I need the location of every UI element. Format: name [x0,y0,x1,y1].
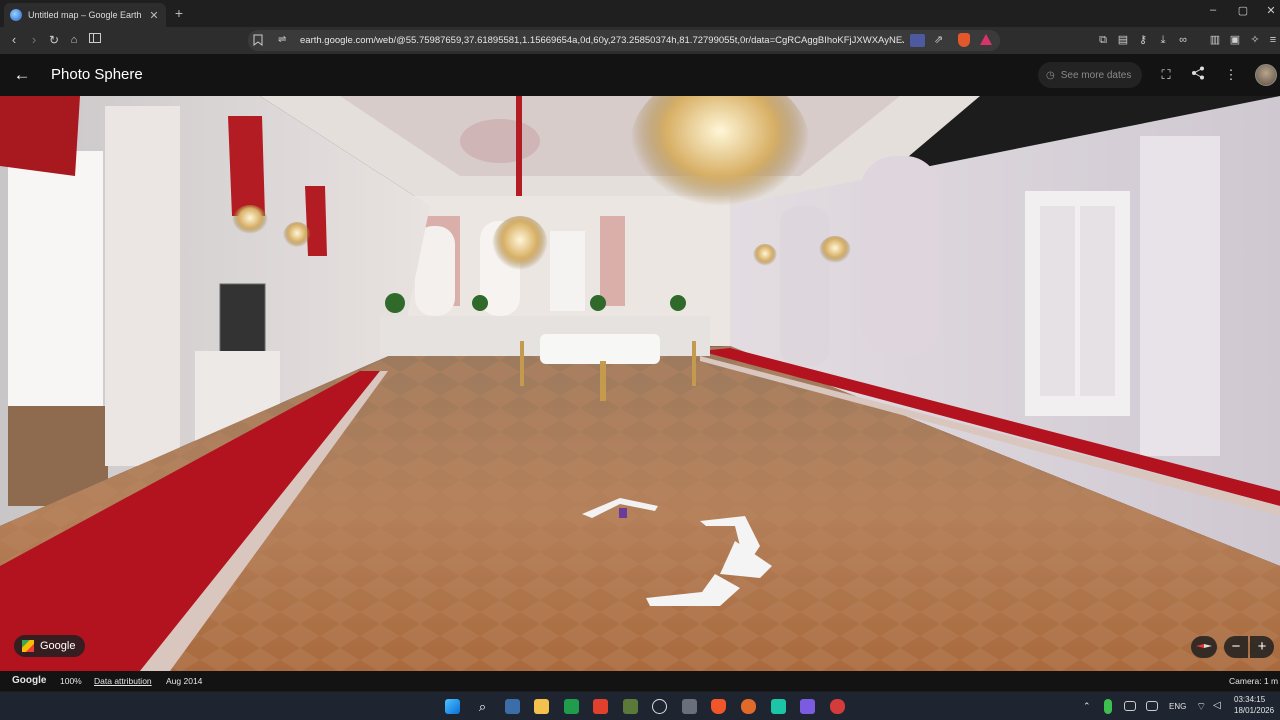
more-options-icon[interactable]: ⋮ [1222,66,1240,84]
search-icon[interactable]: ⌕ [475,699,490,714]
tab-close-icon[interactable]: ✕ [148,9,160,22]
tray-app-icon[interactable] [1124,701,1136,711]
brave-shields-icon[interactable] [958,33,970,47]
app-plane-icon[interactable] [682,699,697,714]
zoom-level: 100% [60,676,82,686]
app-purple-icon[interactable] [800,699,815,714]
minimize-button[interactable]: – [1204,4,1222,16]
fullscreen-icon[interactable]: ⛶ [1157,66,1175,84]
reader-icon[interactable]: ▤ [1116,33,1130,47]
see-more-dates-label: See more dates [1060,69,1132,81]
volume-icon[interactable]: ◁ [1213,700,1221,711]
page-title: Photo Sphere [51,66,143,83]
brave-browser-icon[interactable] [711,699,726,714]
app-h-icon[interactable] [593,699,608,714]
wallet-icon[interactable]: ▣ [1228,33,1242,47]
back-nav-icon[interactable]: ‹ [6,32,22,48]
compass-button[interactable] [1191,636,1217,658]
cast-icon[interactable] [910,34,925,47]
extensions-icon[interactable]: ⧉ [1096,33,1110,47]
password-key-icon[interactable]: ⚷ [1136,33,1150,47]
photo-sphere-view[interactable]: Google − + [0,96,1280,671]
share-page-icon[interactable]: ⇗ [934,33,943,46]
zoom-out-button[interactable]: − [1224,636,1248,658]
browser-toolbar: ‹ › ↻ ⌂ ⇌ earth.google.com/web/@55.75987… [0,27,1280,54]
leo-ai-icon[interactable]: ✧ [1248,33,1262,47]
close-window-button[interactable]: ✕ [1262,4,1280,17]
avatar[interactable] [1255,64,1277,86]
forward-nav-icon[interactable]: › [26,32,42,48]
panorama-image [0,96,1280,671]
maximize-button[interactable]: ▢ [1234,4,1252,17]
sidebar-panel-icon[interactable]: ▥ [1208,33,1222,47]
menu-icon[interactable]: ≡ [1266,33,1280,47]
sidebar-toggle-icon[interactable] [87,32,103,48]
history-icon: ◷ [1046,69,1055,81]
link-icon[interactable]: ∞ [1176,33,1190,47]
language-indicator[interactable]: ENG [1169,702,1186,711]
zoom-in-button[interactable]: + [1250,636,1274,658]
earth-header: ← Photo Sphere ◷ See more dates ⛶ ⋮ [0,54,1280,96]
google-wordmark: Google [12,675,47,686]
chatgpt-icon[interactable] [652,699,667,714]
site-info-icon[interactable]: ⇌ [278,34,286,45]
address-bar[interactable]: ⇌ earth.google.com/web/@55.75987659,37.6… [248,30,1000,51]
app-game-icon[interactable] [623,699,638,714]
see-more-dates-button[interactable]: ◷ See more dates [1038,62,1142,88]
new-tab-button[interactable]: + [172,5,186,21]
tray-chevron-icon[interactable]: ⌃ [1083,701,1091,712]
download-icon[interactable]: ⤓ [1156,33,1170,47]
sheets-app-icon[interactable] [564,699,579,714]
reload-icon[interactable]: ↻ [46,32,62,48]
share-icon[interactable] [1189,66,1207,84]
microphone-app-icon[interactable] [741,699,756,714]
gamepad-app-icon[interactable] [830,699,845,714]
google-chip-label: Google [40,640,76,652]
home-icon[interactable]: ⌂ [66,32,82,48]
wifi-icon[interactable]: ⌔ [1196,700,1206,714]
camera-altitude: Camera: 1 m [1229,676,1279,686]
tab-title: Untitled map – Google Earth [28,10,142,20]
mic-tray-icon[interactable] [1104,699,1112,714]
clock-date[interactable]: 18/01/2026 [1234,706,1274,715]
earth-status-bar: Google 100% Data attribution Aug 2014 Ca… [0,671,1280,691]
brave-rewards-icon[interactable] [980,34,992,45]
google-earth-favicon-icon [10,9,22,21]
browser-tab[interactable]: Untitled map – Google Earth ✕ [4,3,166,27]
task-view-icon[interactable] [505,699,520,714]
browser-tab-strip: Untitled map – Google Earth ✕ + – ▢ ✕ [0,0,1280,27]
bookmark-icon[interactable] [253,34,263,49]
windows-start-icon[interactable] [445,699,460,714]
back-arrow-icon[interactable]: ← [12,65,32,85]
display-tray-icon[interactable] [1146,701,1158,711]
windows-taskbar: ⌕ ⌃ ENG ⌔ ◁ 03:34:15 18/01/2026 [0,692,1280,720]
google-earth-logo-icon [22,640,34,652]
app-teal-icon[interactable] [771,699,786,714]
file-explorer-icon[interactable] [534,699,549,714]
url-text[interactable]: earth.google.com/web/@55.75987659,37.618… [300,35,904,46]
google-logo-chip[interactable]: Google [14,635,86,657]
clock-time[interactable]: 03:34:15 [1234,695,1265,704]
data-attribution-link[interactable]: Data attribution [94,676,152,686]
capture-date: Aug 2014 [166,676,203,686]
